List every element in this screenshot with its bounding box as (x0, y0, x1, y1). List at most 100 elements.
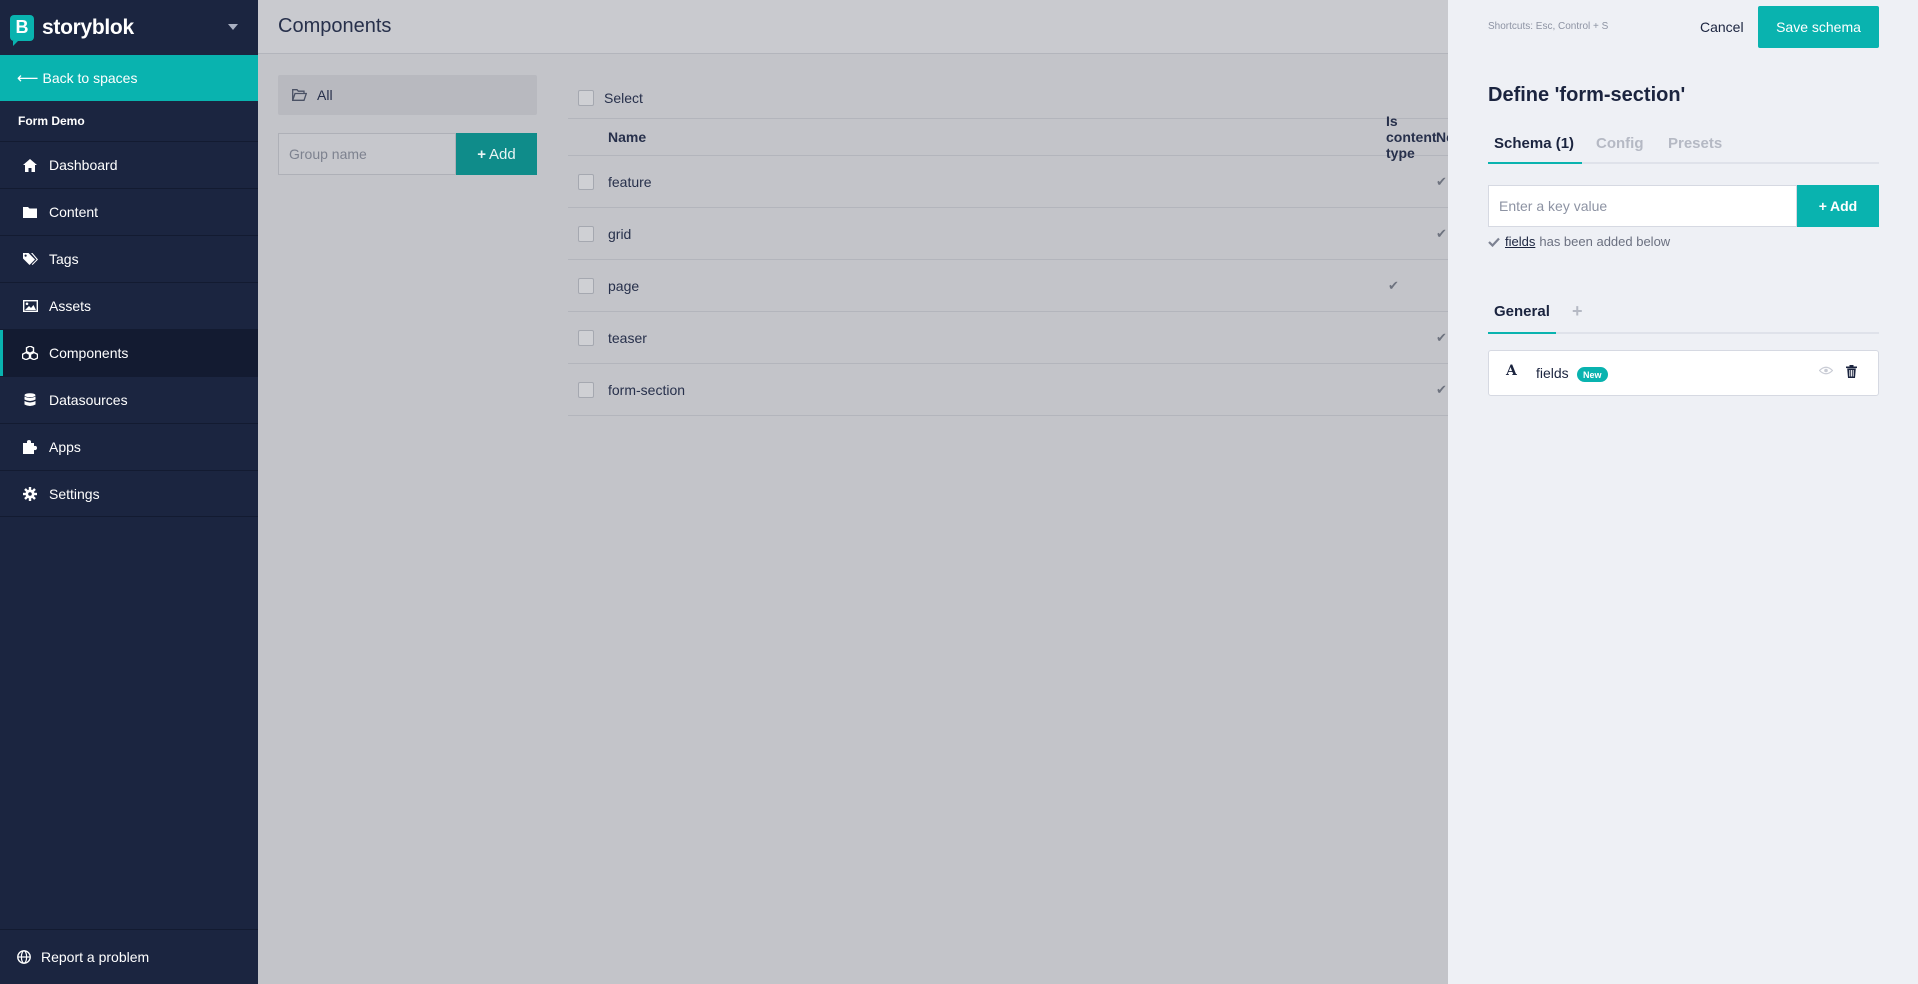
nestable-check-icon: ✔ (1436, 381, 1447, 397)
add-group-button[interactable]: + Add (456, 133, 537, 175)
tab-general[interactable]: General (1494, 303, 1550, 320)
sidebar-item-label: Assets (49, 298, 92, 314)
sidebar-item-label: Dashboard (49, 157, 118, 173)
image-icon (22, 298, 38, 314)
component-name[interactable]: teaser (608, 330, 647, 346)
text-type-icon: A (1506, 363, 1517, 379)
space-name: Form Demo (18, 114, 85, 128)
sidebar-item-label: Components (49, 345, 129, 361)
arrow-left-icon: ⟵ (17, 70, 39, 87)
eye-icon[interactable] (1819, 366, 1833, 375)
sidebar: B storyblok ⟵ Back to spaces Form Demo D… (0, 0, 258, 984)
nestable-check-icon: ✔ (1436, 173, 1447, 189)
sidebar-item-dashboard[interactable]: Dashboard (0, 141, 258, 188)
schema-panel: Shortcuts: Esc, Control + S Cancel Save … (1448, 0, 1918, 984)
globe-icon (17, 950, 31, 964)
chevron-down-icon[interactable] (228, 24, 238, 30)
database-icon (22, 392, 38, 408)
plus-icon: + (477, 145, 487, 163)
select-all-row: Select (568, 77, 1448, 119)
sidebar-item-label: Tags (49, 251, 79, 267)
sidebar-item-settings[interactable]: Settings (0, 470, 258, 517)
field-group-tabs: General + (1488, 300, 1879, 334)
shortcuts-hint: Shortcuts: Esc, Control + S (1488, 21, 1609, 32)
group-all-label: All (317, 87, 333, 103)
cubes-icon (22, 345, 38, 361)
component-groups: All Group name + Add (278, 75, 537, 175)
group-name-input[interactable]: Group name (278, 133, 456, 175)
tab-presets[interactable]: Presets (1668, 135, 1722, 152)
sidebar-item-label: Apps (49, 439, 81, 455)
folder-open-icon (292, 89, 307, 101)
added-message-text: has been added below (1539, 234, 1671, 249)
brand[interactable]: B storyblok (0, 0, 258, 55)
table-row[interactable]: feature ✔ (568, 156, 1448, 208)
table-header: Name Is content type Nestable (568, 113, 1448, 161)
save-schema-button[interactable]: Save schema (1758, 6, 1879, 48)
tab-config[interactable]: Config (1596, 135, 1643, 152)
main-content: Components All Group name + Add Select N… (258, 0, 1448, 984)
column-header-nestable[interactable]: Nestable (1436, 129, 1448, 145)
row-checkbox[interactable] (578, 382, 594, 398)
back-to-spaces-label: Back to spaces (42, 70, 138, 86)
table-row[interactable]: teaser ✔ (568, 312, 1448, 364)
active-tab-indicator (1488, 162, 1582, 164)
add-key-button[interactable]: + Add (1797, 185, 1879, 227)
key-value-input[interactable]: Enter a key value (1488, 185, 1797, 227)
row-checkbox[interactable] (578, 226, 594, 242)
sidebar-item-assets[interactable]: Assets (0, 282, 258, 329)
components-table: Select Name Is content type Nestable fea… (568, 77, 1448, 416)
storyblok-logo-icon: B (10, 14, 34, 46)
sidebar-item-components[interactable]: Components (0, 329, 258, 376)
active-tab-indicator (1488, 332, 1556, 334)
table-row[interactable]: form-section ✔ (568, 364, 1448, 416)
check-icon (1488, 237, 1500, 247)
column-header-name[interactable]: Name (608, 129, 646, 145)
trash-icon[interactable] (1846, 365, 1857, 378)
puzzle-icon (22, 439, 38, 455)
nestable-check-icon: ✔ (1436, 225, 1447, 241)
group-all-item[interactable]: All (278, 75, 537, 115)
home-icon (22, 157, 38, 173)
row-checkbox[interactable] (578, 330, 594, 346)
component-name[interactable]: page (608, 278, 639, 294)
sidebar-item-label: Datasources (49, 392, 128, 408)
new-badge: New (1577, 367, 1608, 382)
row-checkbox[interactable] (578, 278, 594, 294)
gear-icon (22, 486, 38, 502)
tags-icon (22, 251, 38, 267)
cancel-button[interactable]: Cancel (1700, 19, 1744, 35)
add-group-label: Add (489, 145, 516, 163)
component-name[interactable]: feature (608, 174, 652, 190)
sidebar-item-label: Content (49, 204, 99, 220)
row-checkbox[interactable] (578, 174, 594, 190)
added-field-link[interactable]: fields (1505, 234, 1535, 249)
select-label: Select (604, 89, 643, 106)
tab-schema[interactable]: Schema (1) (1494, 135, 1574, 152)
sidebar-item-content[interactable]: Content (0, 188, 258, 235)
report-problem-label: Report a problem (41, 949, 150, 965)
plus-icon: + (1818, 198, 1827, 214)
sidebar-item-tags[interactable]: Tags (0, 235, 258, 282)
schema-field-row[interactable]: A fields New (1488, 350, 1879, 396)
sidebar-item-apps[interactable]: Apps (0, 423, 258, 470)
table-row[interactable]: page ✔ (568, 260, 1448, 312)
select-all-checkbox[interactable] (578, 89, 594, 106)
add-tab-plus-icon[interactable]: + (1572, 301, 1583, 322)
key-add-form: Enter a key value + Add (1488, 185, 1879, 227)
sidebar-item-label: Settings (49, 485, 100, 502)
field-added-message: fields has been added below (1488, 234, 1670, 249)
group-add-form: Group name + Add (278, 133, 537, 175)
report-problem-link[interactable]: Report a problem (0, 929, 258, 984)
content-type-check-icon: ✔ (1388, 277, 1399, 293)
add-key-label: Add (1829, 198, 1858, 214)
field-name[interactable]: fields (1536, 365, 1569, 381)
nestable-check-icon: ✔ (1436, 329, 1447, 345)
table-row[interactable]: grid ✔ (568, 208, 1448, 260)
back-to-spaces-button[interactable]: ⟵ Back to spaces (0, 55, 258, 101)
component-name[interactable]: form-section (608, 382, 685, 398)
sidebar-item-datasources[interactable]: Datasources (0, 376, 258, 423)
folder-icon (22, 204, 38, 220)
brand-name: storyblok (42, 15, 134, 39)
component-name[interactable]: grid (608, 226, 631, 242)
